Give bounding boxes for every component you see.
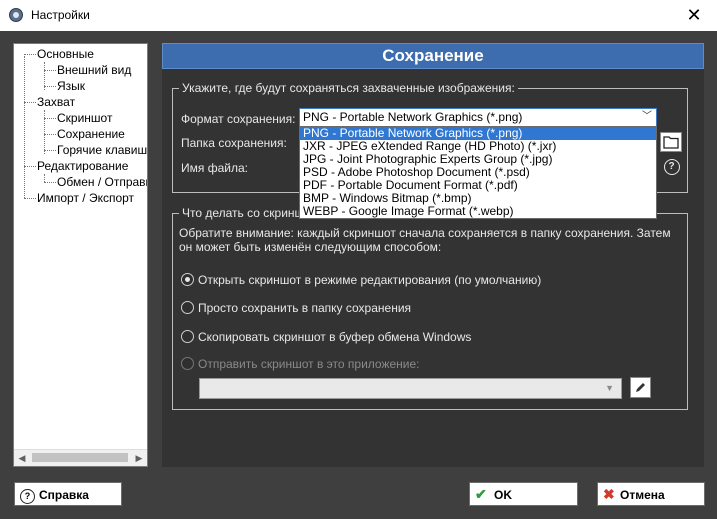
pencil-icon [636, 383, 645, 392]
close-icon[interactable]: ✕ [671, 0, 717, 31]
cross-icon: ✖ [603, 486, 615, 502]
radio-circle[interactable] [181, 357, 194, 370]
tree-item-language[interactable]: Язык [57, 78, 85, 94]
tree-item-saving[interactable]: Сохранение [57, 126, 125, 142]
browse-folder-button[interactable] [660, 132, 682, 152]
window-title: Настройки [31, 8, 90, 22]
tree-item-screenshot[interactable]: Скриншот [57, 110, 112, 126]
scroll-left-icon[interactable]: ◀ [14, 450, 30, 466]
checkmark-icon: ✔ [475, 486, 487, 502]
radio-circle[interactable] [181, 330, 194, 343]
radio-label: Скопировать скриншот в буфер обмена Wind… [198, 330, 472, 344]
tree-item-main[interactable]: Основные [37, 46, 94, 62]
panel-title: Сохранение [162, 43, 704, 69]
after-save-note: Обратите внимание: каждый скриншот снача… [179, 226, 671, 254]
help-icon: ? [20, 486, 35, 504]
radio-circle[interactable] [181, 301, 194, 314]
radio-label: Просто сохранить в папку сохранения [198, 301, 412, 315]
scroll-thumb[interactable] [32, 453, 128, 462]
cancel-button[interactable]: ✖ Отмена [597, 482, 705, 506]
radio-circle[interactable] [181, 273, 194, 286]
save-location-legend: Укажите, где будут сохраняться захваченн… [179, 81, 518, 95]
radio-label: Отправить скриншот в это приложение: [198, 357, 420, 371]
chevron-down-icon: ▼ [605, 383, 614, 393]
title-bar: Настройки ✕ [0, 0, 717, 31]
settings-tree[interactable]: Основные Внешний вид Язык Захват Скриншо… [13, 43, 148, 467]
format-option-webp[interactable]: WEBP - Google Image Format (*.webp) [300, 205, 656, 218]
chevron-down-icon: ﹀ [642, 111, 652, 122]
edit-app-button[interactable] [630, 377, 651, 398]
filename-label: Имя файла: [181, 161, 248, 175]
tree-item-share[interactable]: Обмен / Отправка [57, 174, 147, 190]
radio-label: Открыть скриншот в режиме редактирования… [198, 273, 542, 287]
tree-item-editing[interactable]: Редактирование [37, 158, 128, 174]
tree-item-hotkeys[interactable]: Горячие клавиши [57, 142, 147, 158]
format-select-value: PNG - Portable Network Graphics (*.png) [303, 110, 523, 124]
ok-button[interactable]: ✔ OK [469, 482, 578, 506]
help-button[interactable]: ? Справка [14, 482, 122, 506]
folder-label: Папка сохранения: [181, 136, 287, 150]
folder-icon [663, 136, 679, 149]
tree-item-import-export[interactable]: Импорт / Экспорт [37, 190, 134, 206]
tree-item-appearance[interactable]: Внешний вид [57, 62, 131, 78]
app-icon [9, 8, 23, 22]
help-icon: ? [663, 159, 680, 175]
scroll-right-icon[interactable]: ▶ [131, 450, 147, 466]
tree-horizontal-scrollbar[interactable]: ◀ ▶ [14, 449, 147, 466]
filename-help-button[interactable]: ? [661, 157, 682, 177]
send-app-select[interactable]: ▼ [199, 378, 622, 399]
format-label: Формат сохранения: [181, 112, 296, 126]
format-select[interactable]: PNG - Portable Network Graphics (*.png) … [299, 108, 657, 127]
tree-item-capture[interactable]: Захват [37, 94, 75, 110]
format-dropdown-list[interactable]: PNG - Portable Network Graphics (*.png) … [299, 126, 657, 219]
